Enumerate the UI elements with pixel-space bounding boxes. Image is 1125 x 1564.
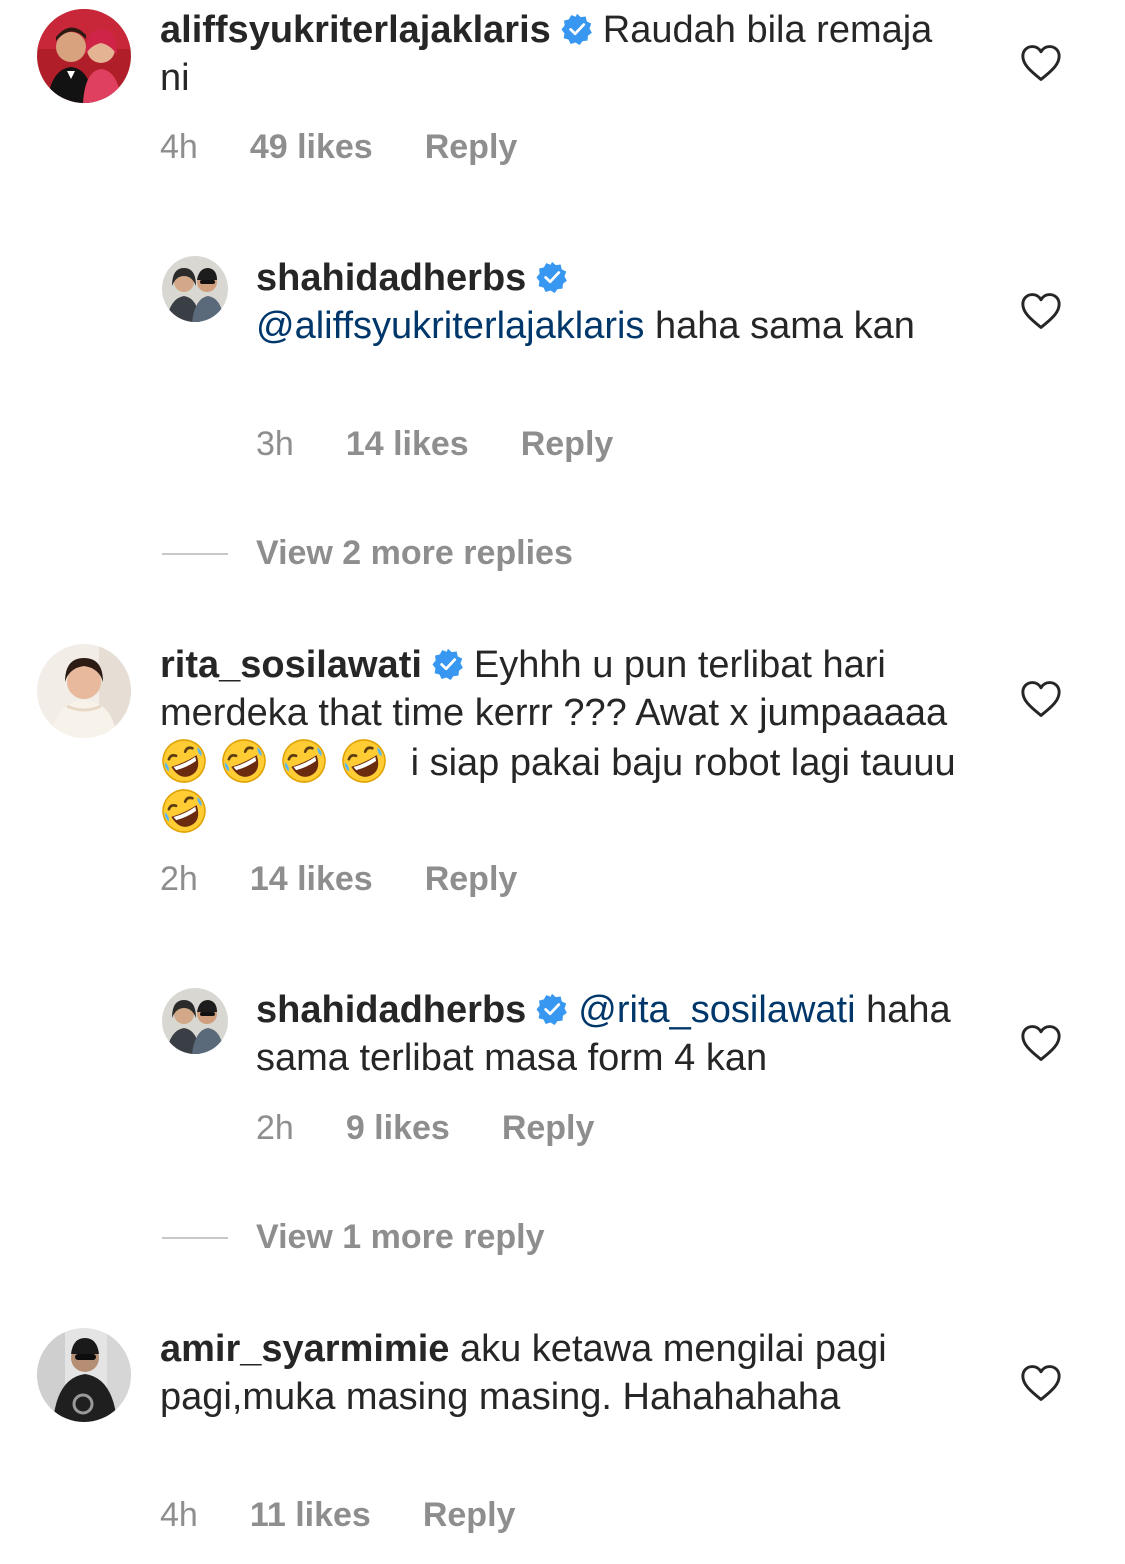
- username[interactable]: amir_syarmimie: [160, 1328, 449, 1370]
- rofl-emoji-icon: [280, 737, 328, 785]
- timestamp: 3h: [256, 425, 294, 463]
- comment-body: rita_sosilawati Eyhhh u pun terlibat hari…: [160, 641, 960, 837]
- comment-body: shahidadherbs @rita_sosilawati haha sama …: [256, 986, 956, 1082]
- mention-link[interactable]: @rita_sosilawati: [578, 989, 855, 1031]
- rofl-emoji-icon: [160, 737, 208, 785]
- verified-badge-icon: [536, 261, 568, 293]
- comment-meta: 3h 14 likes Reply: [256, 425, 613, 464]
- avatar[interactable]: [37, 1328, 131, 1422]
- rofl-emoji-icon: [340, 737, 388, 785]
- comment-meta: 2h 14 likes Reply: [160, 860, 517, 899]
- comment-meta: 2h 9 likes Reply: [256, 1109, 594, 1148]
- reply-button[interactable]: Reply: [502, 1109, 595, 1148]
- reply-button[interactable]: Reply: [521, 425, 614, 464]
- username[interactable]: shahidadherbs: [256, 989, 526, 1031]
- heart-icon[interactable]: [1020, 292, 1062, 330]
- avatar[interactable]: [162, 256, 228, 322]
- username[interactable]: rita_sosilawati: [160, 644, 422, 686]
- rofl-emoji-icon: [160, 787, 208, 835]
- verified-badge-icon: [561, 13, 593, 45]
- username[interactable]: aliffsyukriterlajaklaris: [160, 9, 551, 51]
- likes-count[interactable]: 49 likes: [250, 128, 373, 167]
- view-more-replies-button[interactable]: View 1 more reply: [162, 1218, 545, 1257]
- view-more-label: View 2 more replies: [256, 534, 573, 572]
- divider-line: [162, 1236, 228, 1239]
- comment-body: aliffsyukriterlajaklaris Raudah bila rema…: [160, 6, 960, 102]
- mention-link[interactable]: @aliffsyukriterlajaklaris: [256, 305, 644, 347]
- avatar[interactable]: [37, 644, 131, 738]
- reply-button[interactable]: Reply: [425, 128, 518, 167]
- likes-count[interactable]: 14 likes: [346, 425, 469, 464]
- divider-line: [162, 552, 228, 555]
- likes-count[interactable]: 11 likes: [250, 1496, 371, 1535]
- comment-text: i siap pakai baju robot lagi tauuu: [410, 742, 956, 784]
- heart-icon[interactable]: [1020, 680, 1062, 718]
- verified-badge-icon: [432, 648, 464, 680]
- username[interactable]: shahidadherbs: [256, 257, 526, 299]
- likes-count[interactable]: 9 likes: [346, 1109, 450, 1148]
- comment-meta: 4h 49 likes Reply: [160, 128, 517, 167]
- timestamp: 4h: [160, 128, 198, 166]
- timestamp: 2h: [160, 860, 198, 898]
- comment-body: amir_syarmimie aku ketawa mengilai pagi …: [160, 1325, 920, 1421]
- reply-button[interactable]: Reply: [425, 860, 518, 899]
- verified-badge-icon: [536, 993, 568, 1025]
- reply-button[interactable]: Reply: [423, 1496, 516, 1535]
- comment-body: shahidadherbs @aliffsyukriterlajaklaris …: [256, 254, 956, 350]
- comment-text: haha sama kan: [655, 305, 915, 347]
- timestamp: 4h: [160, 1496, 198, 1534]
- avatar[interactable]: [37, 9, 131, 103]
- likes-count[interactable]: 14 likes: [250, 860, 373, 899]
- heart-icon[interactable]: [1020, 1024, 1062, 1062]
- timestamp: 2h: [256, 1109, 294, 1147]
- avatar[interactable]: [162, 988, 228, 1054]
- heart-icon[interactable]: [1020, 44, 1062, 82]
- comment-meta: 4h 11 likes Reply: [160, 1496, 515, 1535]
- view-more-replies-button[interactable]: View 2 more replies: [162, 534, 573, 573]
- rofl-emoji-icon: [220, 737, 268, 785]
- heart-icon[interactable]: [1020, 1364, 1062, 1402]
- view-more-label: View 1 more reply: [256, 1218, 545, 1256]
